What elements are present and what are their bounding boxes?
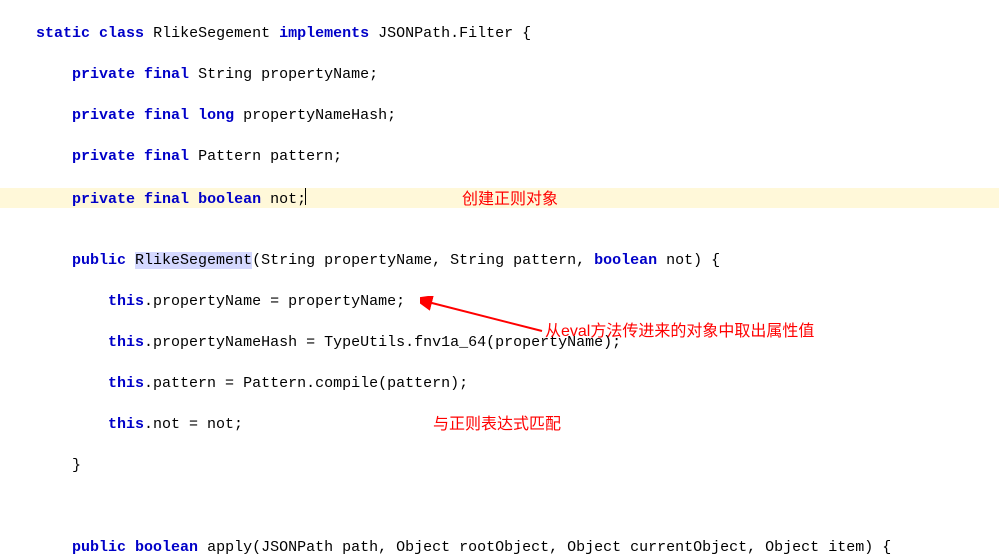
code-line: private final long propertyNameHash; bbox=[0, 106, 999, 127]
code-line: this.pattern = Pattern.compile(pattern); bbox=[0, 374, 999, 395]
code-line bbox=[0, 497, 999, 518]
text-caret bbox=[305, 188, 306, 205]
code-line: static class RlikeSegement implements JS… bbox=[0, 24, 999, 45]
code-line bbox=[0, 210, 999, 231]
code-line: this.propertyNameHash = TypeUtils.fnv1a_… bbox=[0, 333, 999, 354]
code-line: public boolean apply(JSONPath path, Obje… bbox=[0, 538, 999, 554]
code-line: this.propertyName = propertyName; bbox=[0, 292, 999, 313]
code-line: private final Pattern pattern; bbox=[0, 147, 999, 168]
code-line: private final String propertyName; bbox=[0, 65, 999, 86]
code-line: this.not = not; bbox=[0, 415, 999, 436]
code-line: public RlikeSegement(String propertyName… bbox=[0, 251, 999, 272]
code-line-highlighted: private final boolean not; bbox=[0, 188, 999, 209]
code-editor[interactable]: static class RlikeSegement implements JS… bbox=[0, 0, 999, 554]
selection-highlight: RlikeSegement bbox=[135, 252, 252, 269]
code-line: } bbox=[0, 456, 999, 477]
